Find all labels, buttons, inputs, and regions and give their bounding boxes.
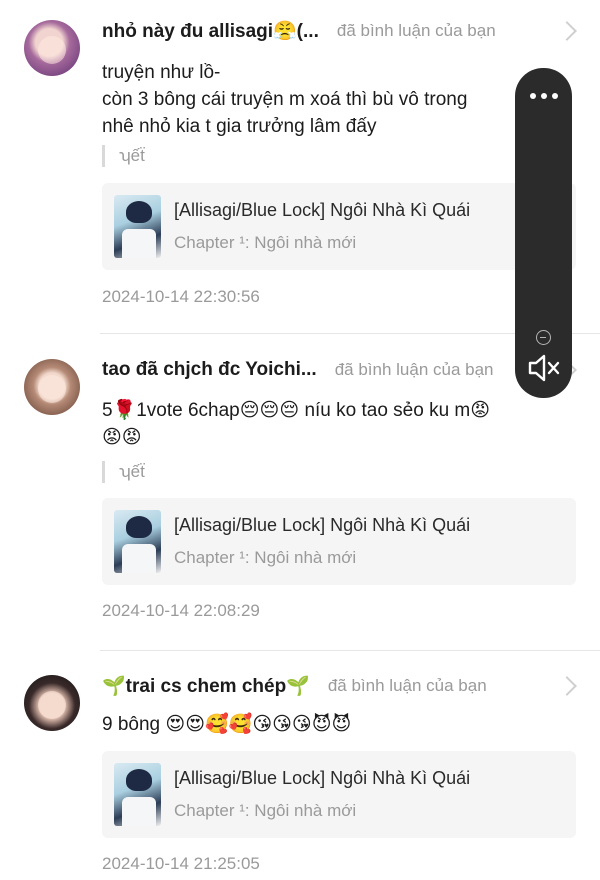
more-dots-icon[interactable]: [515, 82, 572, 110]
comment-line: 9 bông 😍😍🥰🥰😘😘😘😈😈: [102, 714, 352, 735]
chapter-label: Chapter ¹: Ngôi nhà mới: [174, 548, 357, 567]
floating-control-capsule: [515, 68, 572, 398]
action-text: đã bình luận của bạn: [334, 360, 494, 379]
thumbnail-shirt: [122, 229, 156, 258]
timestamp: 2024-10-14 21:25:05: [102, 854, 260, 873]
avatar-face: [38, 691, 66, 719]
avatar-face: [38, 36, 66, 64]
avatar[interactable]: [24, 359, 80, 415]
username[interactable]: 🌱trai cs chem chép🌱: [102, 674, 310, 698]
comment-feed: nhỏ này đu allisagi😤(... đã bình luận củ…: [0, 0, 600, 880]
quoted-reply: ʮếẗ: [102, 145, 145, 167]
chevron-right-icon[interactable]: [557, 21, 577, 41]
thumbnail-shirt: [122, 544, 156, 573]
comment-text: 5🌹1vote 6chap😔😔😔 níu ko tao sẻo ku m😡 😡😡: [102, 397, 580, 451]
comment-header: 🌱trai cs chem chép🌱 đã bình luận của bạn: [102, 673, 560, 699]
quoted-reply: ʮếẗ: [102, 461, 145, 483]
story-card[interactable]: [Allisagi/Blue Lock] Ngôi Nhà Kì Quái Ch…: [102, 183, 576, 270]
username[interactable]: nhỏ này đu allisagi😤(...: [102, 19, 319, 43]
comment-line: còn 3 bông cái truyện m xoá thì bù vô tr…: [102, 89, 468, 110]
comment-text: truyện như lồ- còn 3 bông cái truyện m x…: [102, 59, 580, 140]
avatar[interactable]: [24, 20, 80, 76]
minimize-icon[interactable]: [536, 330, 551, 345]
avatar[interactable]: [24, 675, 80, 731]
story-card[interactable]: [Allisagi/Blue Lock] Ngôi Nhà Kì Quái Ch…: [102, 498, 576, 585]
comment-header: tao đã chjch đc Yoichi... đã bình luận c…: [102, 357, 560, 383]
timestamp: 2024-10-14 22:08:29: [102, 601, 260, 620]
speaker-muted-icon[interactable]: [527, 352, 561, 384]
chapter-label: Chapter ¹: Ngôi nhà mới: [174, 801, 357, 820]
comment-line: truyện như lồ-: [102, 62, 221, 83]
thumbnail-shirt: [122, 797, 156, 826]
chevron-right-icon[interactable]: [557, 676, 577, 696]
thumbnail-hair: [126, 769, 152, 791]
comment-item[interactable]: nhỏ này đu allisagi😤(... đã bình luận củ…: [0, 0, 600, 334]
dot: [551, 93, 558, 99]
story-title: [Allisagi/Blue Lock] Ngôi Nhà Kì Quái: [174, 515, 471, 535]
story-card[interactable]: [Allisagi/Blue Lock] Ngôi Nhà Kì Quái Ch…: [102, 751, 576, 838]
comment-line: nhê nhỏ kia t gia trưởng lâm đấy: [102, 116, 377, 137]
story-thumbnail: [114, 195, 161, 258]
story-title: [Allisagi/Blue Lock] Ngôi Nhà Kì Quái: [174, 200, 471, 220]
story-thumbnail: [114, 763, 161, 826]
thumbnail-hair: [126, 516, 152, 538]
comment-item[interactable]: 🌱trai cs chem chép🌱 đã bình luận của bạn…: [0, 651, 600, 880]
comment-text: 9 bông 😍😍🥰🥰😘😘😘😈😈: [102, 711, 580, 738]
avatar-face: [38, 375, 66, 403]
dot: [529, 93, 536, 99]
timestamp: 2024-10-14 22:30:56: [102, 287, 260, 306]
thumbnail-hair: [126, 201, 152, 223]
action-text: đã bình luận của bạn: [336, 21, 496, 40]
dot: [540, 93, 547, 99]
username[interactable]: tao đã chjch đc Yoichi...: [102, 359, 317, 381]
comment-header: nhỏ này đu allisagi😤(... đã bình luận củ…: [102, 18, 560, 44]
chapter-label: Chapter ¹: Ngôi nhà mới: [174, 233, 357, 252]
comment-line: 😡😡: [102, 427, 142, 448]
comment-line: 5🌹1vote 6chap😔😔😔 níu ko tao sẻo ku m😡: [102, 400, 491, 421]
comment-item[interactable]: tao đã chjch đc Yoichi... đã bình luận c…: [0, 334, 600, 651]
story-thumbnail: [114, 510, 161, 573]
story-title: [Allisagi/Blue Lock] Ngôi Nhà Kì Quái: [174, 768, 471, 788]
action-text: đã bình luận của bạn: [327, 676, 487, 695]
